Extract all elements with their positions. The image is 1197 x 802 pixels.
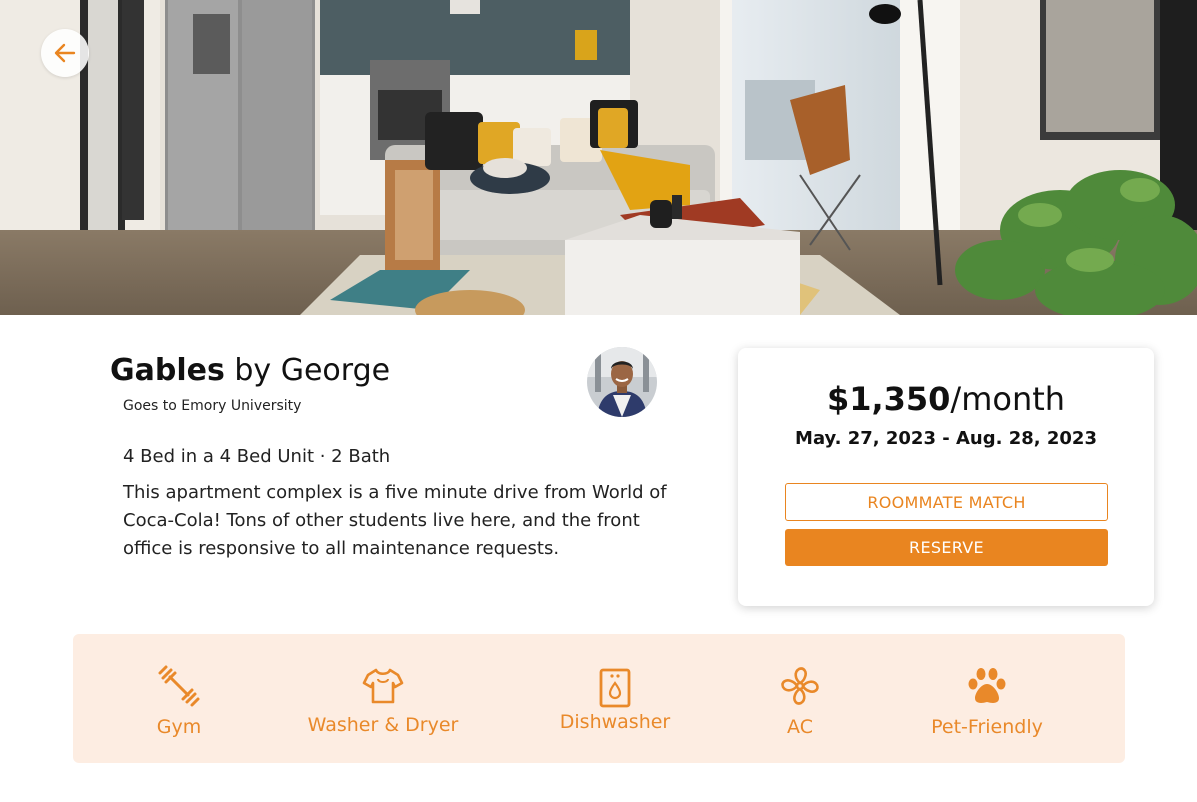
amenity-label: Dishwasher [559, 711, 671, 733]
paw-icon [968, 668, 1006, 703]
listing-name: Gables [110, 353, 225, 388]
back-button[interactable] [41, 29, 89, 77]
amenity-label: AC [787, 716, 813, 738]
host-avatar-image [587, 347, 657, 417]
listing-title: Gables by George [110, 350, 390, 392]
listing-host: by George [224, 353, 391, 388]
fan-icon [781, 667, 819, 705]
amenity-label: Gym [156, 716, 202, 738]
price-amount: $1,350 [826, 380, 951, 418]
shirt-icon [362, 668, 404, 704]
lease-dates: May. 27, 2023 - Aug. 28, 2023 [795, 428, 1097, 449]
listing-description: This apartment complex is a five minute … [123, 482, 667, 559]
price: $1,350/month [738, 380, 1154, 418]
dumbbell-icon [158, 665, 200, 707]
unit-info: 4 Bed in a 4 Bed Unit · 2 Bath [123, 446, 391, 467]
amenity-pet-friendly: Pet-Friendly [927, 634, 1047, 763]
amenity-gym: Gym [129, 634, 229, 763]
reserve-button[interactable]: RESERVE [785, 529, 1108, 566]
hero-image [0, 0, 1197, 315]
apartment-photo [0, 0, 1197, 315]
amenities-panel: Gym Washer & Dryer Dishwasher AC Pet-Fri… [73, 634, 1125, 763]
roommate-match-button[interactable]: ROOMMATE MATCH [785, 483, 1108, 521]
amenity-dishwasher: Dishwasher [560, 634, 670, 763]
price-card: $1,350/month May. 27, 2023 - Aug. 28, 20… [738, 348, 1154, 606]
price-period: /month [950, 380, 1066, 418]
host-school: Goes to Emory University [123, 398, 302, 414]
amenity-label: Pet-Friendly [931, 716, 1043, 738]
amenity-washer-dryer: Washer & Dryer [308, 634, 458, 763]
amenity-ac: AC [750, 634, 850, 763]
amenity-label: Washer & Dryer [307, 714, 459, 736]
avatar[interactable] [587, 347, 657, 417]
dishwasher-icon [599, 668, 631, 708]
arrow-left-icon [54, 43, 76, 63]
